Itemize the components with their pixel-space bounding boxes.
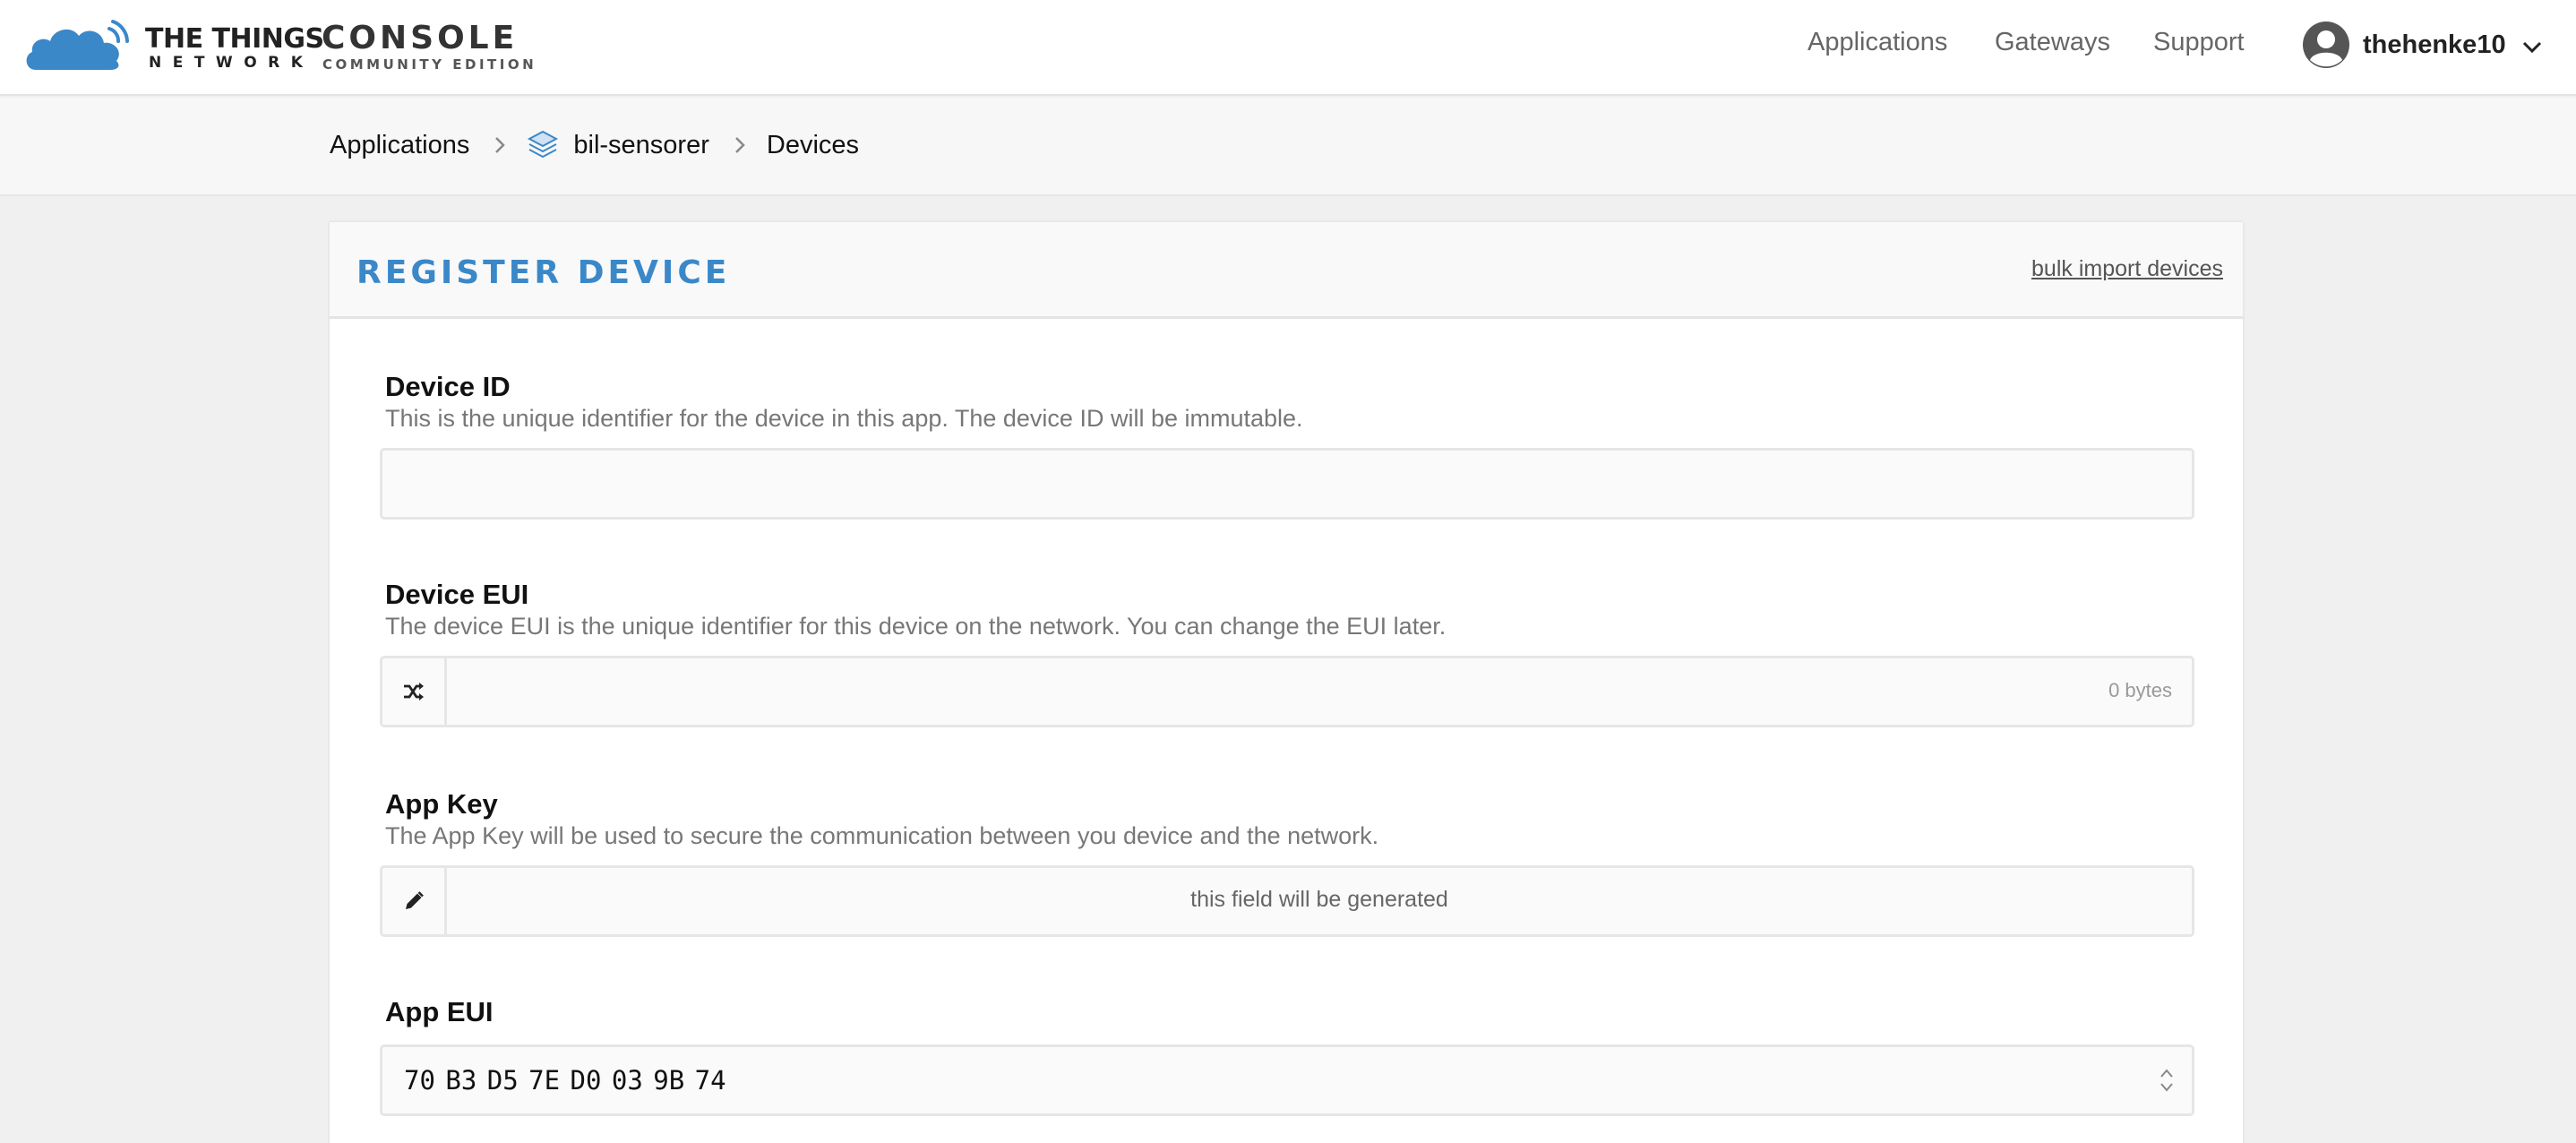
app-key-description: The App Key will be used to secure the c…	[385, 822, 1379, 849]
device-id-input-box[interactable]	[380, 448, 2194, 520]
device-eui-label: Device EUI	[385, 579, 529, 610]
cloud-logo-icon	[26, 20, 129, 70]
app-key-field: App Key The App Key will be used to secu…	[380, 788, 2194, 937]
nav-applications[interactable]: Applications	[1807, 28, 1947, 57]
device-eui-input-box: 0 bytes	[380, 656, 2194, 727]
device-eui-field: Device EUI The device EUI is the unique …	[380, 579, 2194, 727]
breadcrumb-devices[interactable]: Devices	[767, 131, 859, 160]
byte-count: 0 bytes	[2108, 679, 2172, 701]
app-eui-field: App EUI 70 B3 D5 7E D0 03 9B 74	[380, 996, 2194, 1116]
device-id-label: Device ID	[385, 371, 511, 402]
page-title: REGISTER DEVICE	[356, 254, 731, 291]
shuffle-icon[interactable]	[382, 658, 447, 725]
app-eui-label: App EUI	[385, 996, 494, 1027]
chevron-down-icon	[2522, 41, 2541, 54]
chevron-right-icon	[494, 136, 506, 154]
app-key-label: App Key	[385, 788, 498, 820]
breadcrumb-app-label: bil-sensorer	[573, 130, 709, 159]
breadcrumb: Applications bil-sensorer Devices	[330, 129, 859, 161]
brand-product: CONSOLE	[322, 20, 519, 56]
device-eui-input-area: 0 bytes	[447, 658, 2192, 725]
nav-support[interactable]: Support	[2153, 28, 2245, 57]
bulk-import-link[interactable]: bulk import devices	[2031, 256, 2223, 282]
select-arrows-icon	[2160, 1069, 2173, 1092]
pencil-icon[interactable]	[382, 868, 447, 934]
app-key-input-box: this field will be generated	[380, 865, 2194, 937]
chevron-right-icon	[734, 136, 745, 154]
app-eui-select[interactable]: 70 B3 D5 7E D0 03 9B 74	[380, 1044, 2194, 1116]
brand-edition: COMMUNITY EDITION	[322, 56, 537, 73]
device-id-description: This is the unique identifier for the de…	[385, 405, 1303, 432]
top-navbar: THE THINGS NETWORK CONSOLE COMMUNITY EDI…	[0, 0, 2576, 96]
brand-name: THE THINGS	[145, 23, 324, 55]
device-eui-description: The device EUI is the unique identifier …	[385, 613, 1447, 640]
breadcrumb-applications[interactable]: Applications	[330, 131, 469, 160]
app-eui-value: 70 B3 D5 7E D0 03 9B 74	[404, 1065, 726, 1096]
device-id-field: Device ID This is the unique identifier …	[380, 371, 2194, 520]
username: thehenke10	[2363, 30, 2506, 59]
app-key-placeholder: this field will be generated	[1190, 887, 1448, 912]
avatar	[2303, 21, 2349, 68]
device-eui-input[interactable]	[447, 658, 2192, 725]
user-menu[interactable]: thehenke10	[2302, 20, 2542, 70]
nav-gateways[interactable]: Gateways	[1995, 28, 2110, 57]
layers-icon	[528, 130, 559, 159]
device-id-input[interactable]	[382, 451, 2192, 517]
register-device-card: REGISTER DEVICE bulk import devices Devi…	[328, 220, 2245, 1143]
card-header: REGISTER DEVICE bulk import devices	[330, 222, 2243, 319]
breadcrumb-app[interactable]: bil-sensorer	[527, 129, 709, 161]
breadcrumb-bar: Applications bil-sensorer Devices	[0, 98, 2576, 196]
brand-network: NETWORK	[149, 54, 314, 72]
